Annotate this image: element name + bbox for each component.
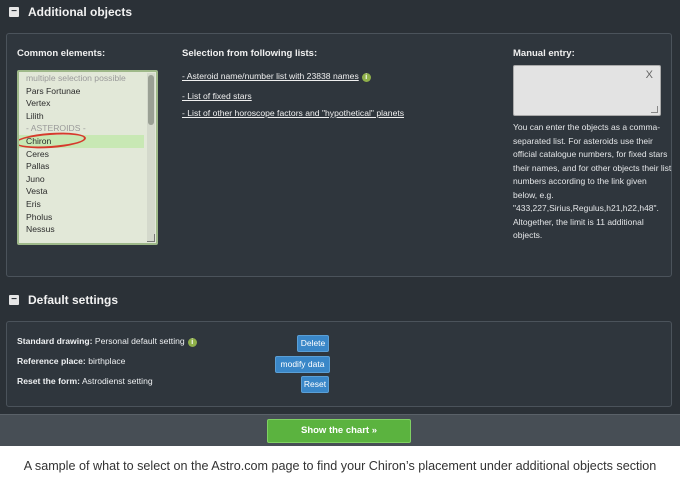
asteroid-list-link-text[interactable]: - Asteroid name/number list with 23838 n… [182,71,359,81]
listbox-option-vesta[interactable]: Vesta [19,185,156,198]
common-elements-title: Common elements: [17,48,106,59]
listbox-option-pallas[interactable]: Pallas [19,160,156,173]
reset-button[interactable]: Reset [301,376,329,393]
section-title: Default settings [28,293,119,307]
bottom-action-bar: Show the chart » [0,414,680,446]
delete-button[interactable]: Delete [297,335,329,352]
reset-form-row: Reset the form: Astrodienst setting [17,376,153,386]
listbox-option-chiron[interactable]: Chiron [19,130,144,151]
screenshot-area: − Additional objects Common elements: mu… [0,0,680,446]
listbox-option-pars-fortunae[interactable]: Pars Fortunae [19,85,156,98]
listbox-option-ceres[interactable]: Ceres [19,148,156,161]
modify-data-button[interactable]: modify data [275,356,330,373]
listbox-options: multiple selection possible Pars Fortunae… [19,72,156,236]
listbox-option-pholus[interactable]: Pholus [19,211,156,224]
row-value: Astrodienst setting [81,376,153,386]
resize-grip-icon[interactable] [651,106,658,113]
manual-entry-textarea[interactable]: X [513,65,661,116]
show-chart-button[interactable]: Show the chart » [267,419,411,443]
reference-place-row: Reference place: birthplace [17,356,125,366]
info-icon[interactable]: i [187,338,197,347]
row-value: Personal default setting [94,336,185,346]
manual-entry-description: You can enter the objects as a comma-sep… [513,122,672,240]
scrollbar-thumb[interactable] [148,75,154,125]
additional-objects-panel: Common elements: multiple selection poss… [6,33,672,277]
additional-objects-header[interactable]: − Additional objects [9,5,132,19]
listbox-option-nessus[interactable]: Nessus [19,223,156,236]
standard-drawing-row: Standard drawing: Personal default setti… [17,336,197,347]
default-settings-panel: Standard drawing: Personal default setti… [6,321,672,407]
row-label: Reference place: [17,356,86,366]
listbox-scrollbar[interactable] [147,73,155,241]
row-label: Reset the form: [17,376,81,386]
section-title: Additional objects [28,5,133,19]
selection-lists-title: Selection from following lists: [182,48,318,59]
collapse-toggle-icon[interactable]: − [9,7,19,17]
image-caption: A sample of what to select on the Astro.… [23,459,657,473]
listbox-option-juno[interactable]: Juno [19,173,156,186]
common-elements-listbox[interactable]: multiple selection possible Pars Fortunae… [17,70,158,245]
row-label: Standard drawing: [17,336,93,346]
row-value: birthplace [88,356,126,366]
fixed-stars-link[interactable]: - List of fixed stars [182,91,252,101]
info-icon[interactable]: i [361,73,371,82]
manual-entry-title: Manual entry: [513,48,575,59]
listbox-hint: multiple selection possible [26,73,126,83]
listbox-option-vertex[interactable]: Vertex [19,97,156,110]
collapse-toggle-icon[interactable]: − [9,295,19,305]
horoscope-factors-link[interactable]: - List of other horoscope factors and "h… [182,108,404,118]
asteroid-list-link[interactable]: - Asteroid name/number list with 23838 n… [182,71,371,82]
resize-grip-icon[interactable] [147,234,155,242]
clear-icon[interactable]: X [646,69,653,81]
listbox-option-lilith[interactable]: Lilith [19,110,156,123]
listbox-option-eris[interactable]: Eris [19,198,156,211]
default-settings-header[interactable]: − Default settings [9,293,118,307]
